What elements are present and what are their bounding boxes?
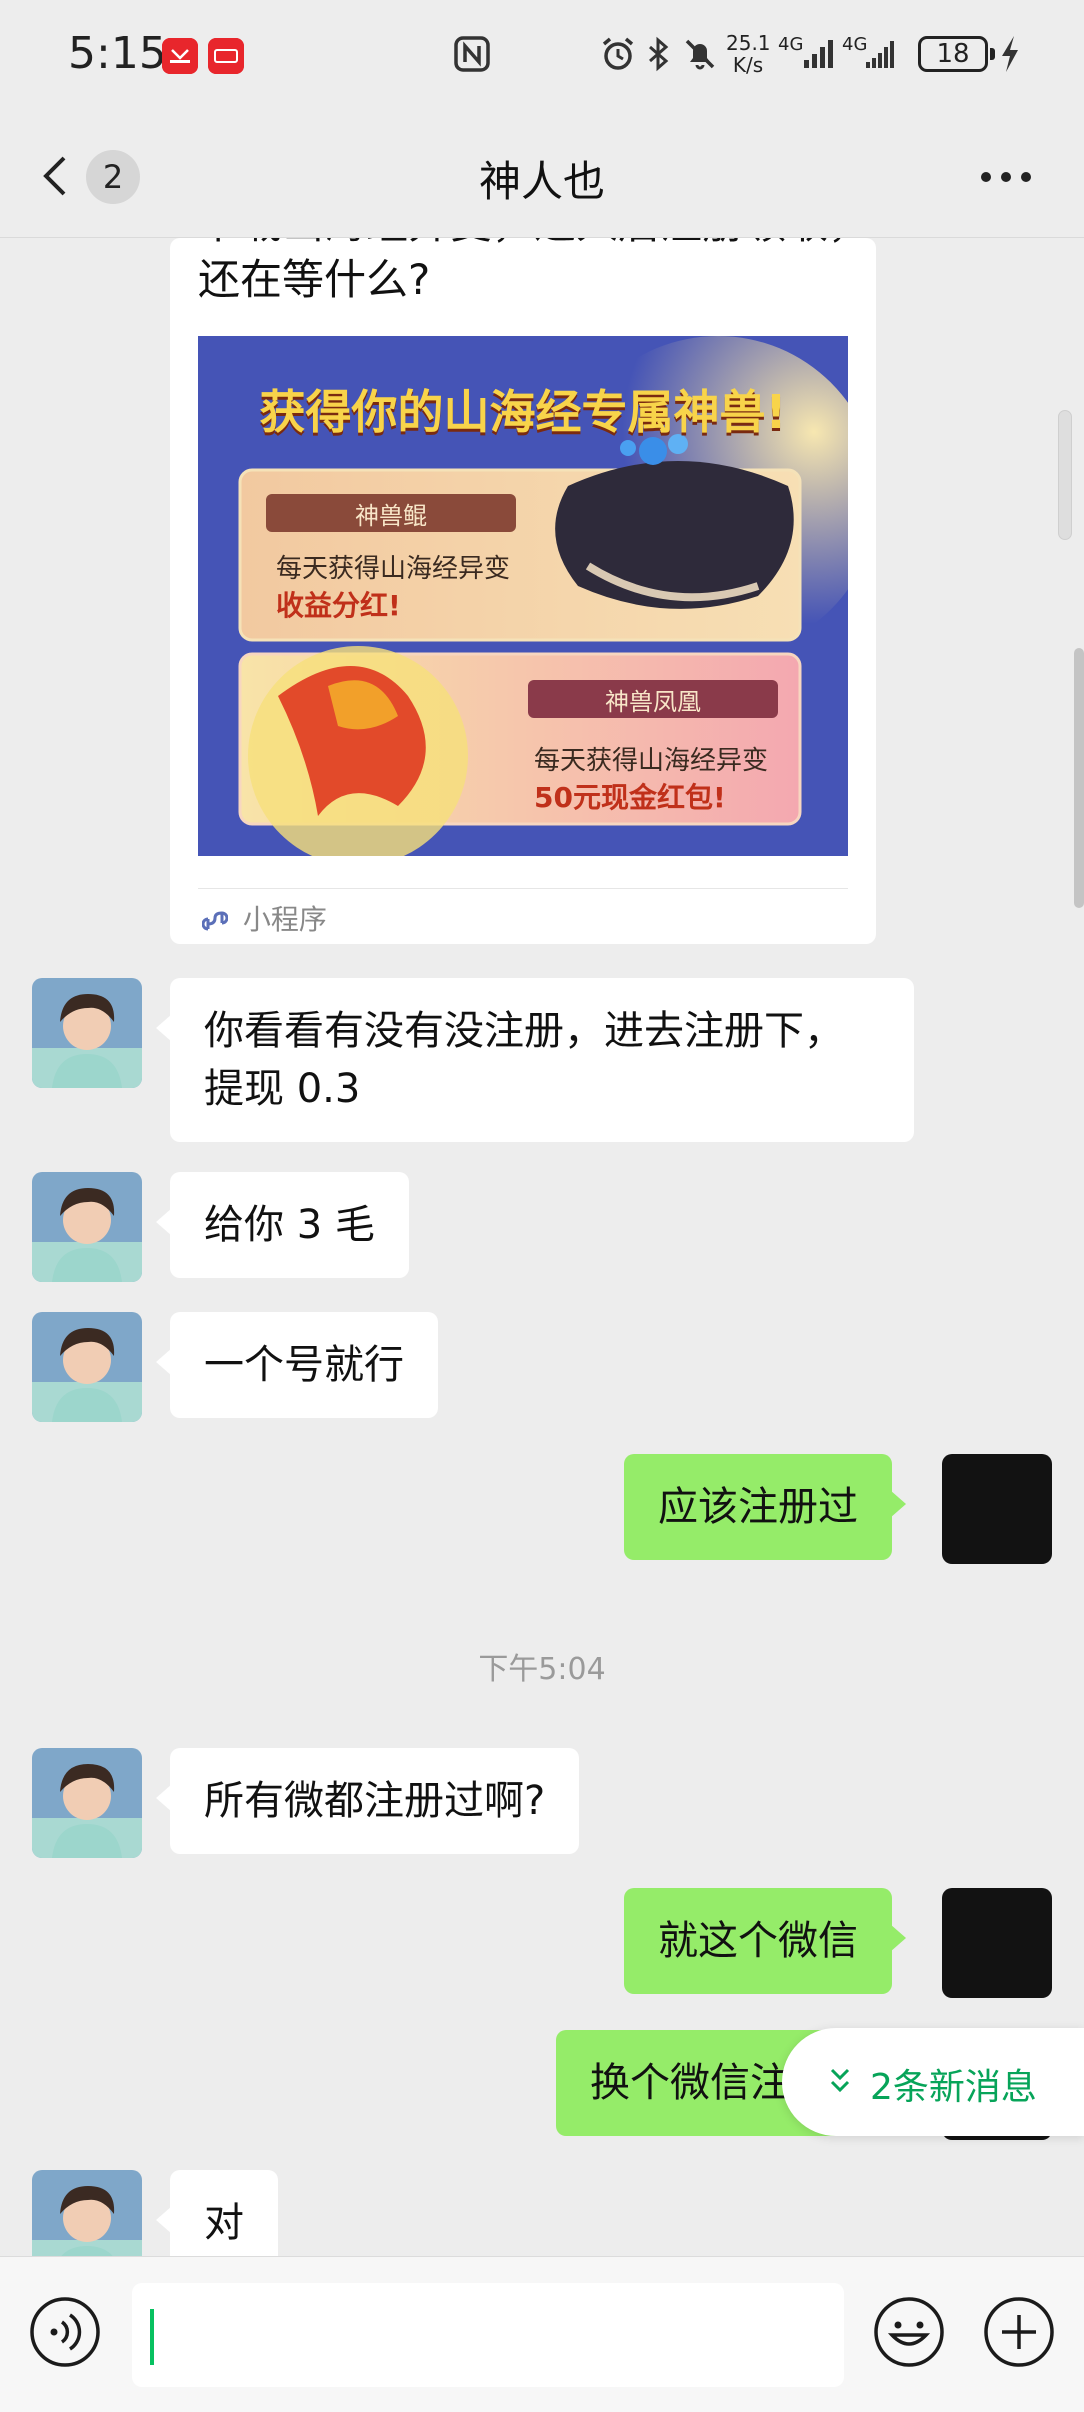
input-bar bbox=[0, 2256, 1084, 2412]
message-text: 对 bbox=[204, 2200, 244, 2246]
remix-app-icon bbox=[208, 38, 244, 74]
message-bubble-incoming[interactable]: 给你 3 毛 bbox=[156, 1172, 409, 1278]
message-text: 一个号就行 bbox=[204, 1342, 404, 1388]
mini-program-footer: 小程序 bbox=[202, 900, 327, 940]
text-caret bbox=[150, 2309, 154, 2365]
scrollbar-thumb[interactable] bbox=[1074, 648, 1084, 908]
message-bubble-incoming[interactable]: 一个号就行 bbox=[156, 1312, 438, 1418]
mini-program-label: 小程序 bbox=[242, 903, 327, 936]
message-bubble-incoming[interactable]: 你看看有没有没注册，进去注册下， 提现 0.3 bbox=[156, 978, 914, 1142]
chat-title: 神人也 bbox=[478, 157, 605, 206]
network-speed: 25.1 K/s bbox=[726, 31, 771, 77]
signal-icon-2 bbox=[866, 41, 894, 68]
message-input[interactable] bbox=[132, 2283, 844, 2387]
my-avatar[interactable] bbox=[942, 1888, 1052, 1998]
status-bar: 5:15 25.1 K/s 4G 4G 18 bbox=[0, 0, 1084, 110]
message-bubble-outgoing[interactable]: 就这个微信 bbox=[624, 1888, 906, 1994]
message-text: 你看看有没有没注册，进去注册下， bbox=[204, 1008, 844, 1054]
huawei-app-icon bbox=[162, 38, 198, 74]
card2-tag: 神兽凤凰 bbox=[605, 688, 701, 716]
network-speed-unit: K/s bbox=[732, 53, 764, 77]
contact-avatar[interactable] bbox=[32, 1748, 142, 1858]
mini-program-image: 获得你的山海经专属神兽! 神兽鲲 每天获得山海经异变 收益分红! 神兽凤凰 每天… bbox=[198, 336, 848, 856]
card2-line2: 50元现金红包! bbox=[534, 781, 726, 814]
mini-program-divider bbox=[198, 888, 848, 889]
mini-program-icon bbox=[202, 911, 228, 931]
message-bubble-incoming[interactable]: 所有微都注册过啊? bbox=[155, 1748, 580, 1854]
nfc-icon bbox=[454, 36, 490, 72]
contact-avatar[interactable] bbox=[32, 1172, 142, 1282]
voice-icon[interactable] bbox=[28, 2295, 102, 2369]
double-chevron-down-icon bbox=[830, 2068, 850, 2093]
bluetooth-icon bbox=[649, 36, 669, 72]
signal-icon bbox=[804, 40, 833, 68]
contact-avatar[interactable] bbox=[32, 978, 142, 1088]
alarm-icon bbox=[602, 37, 634, 70]
message-timestamp: 下午5:04 bbox=[478, 1652, 606, 1687]
scrollbar-track[interactable] bbox=[1058, 410, 1072, 540]
my-avatar[interactable] bbox=[942, 1454, 1052, 1564]
new-messages-label: 2条新消息 bbox=[870, 2067, 1037, 2108]
message-text: 提现 0.3 bbox=[204, 1066, 361, 1112]
contact-avatar[interactable] bbox=[32, 1312, 142, 1422]
charging-icon bbox=[1002, 36, 1018, 72]
battery-icon: 18 bbox=[918, 36, 988, 72]
network-speed-value: 25.1 bbox=[726, 31, 771, 55]
more-horizontal-icon[interactable] bbox=[976, 162, 1036, 192]
mini-program-text: 还在等什么? bbox=[198, 255, 431, 304]
card1-line1: 每天获得山海经异变 bbox=[276, 554, 511, 584]
message-text: 给你 3 毛 bbox=[204, 1202, 375, 1248]
message-text: 所有微都注册过啊? bbox=[204, 1778, 546, 1824]
status-time: 5:15 bbox=[68, 28, 167, 79]
message-text: 应该注册过 bbox=[658, 1484, 858, 1530]
mute-icon bbox=[685, 39, 715, 70]
chat-header: 2 神人也 bbox=[0, 110, 1084, 238]
message-text: 就这个微信 bbox=[658, 1918, 858, 1964]
plus-circle-icon[interactable] bbox=[982, 2295, 1056, 2369]
message-bubble-outgoing[interactable]: 应该注册过 bbox=[624, 1454, 906, 1560]
mini-program-image-title: 获得你的山海经专属神兽! bbox=[259, 385, 787, 439]
battery-tip bbox=[990, 48, 995, 60]
mini-program-card[interactable]: 下载山海经异变，进入后注册领取， 还在等什么? bbox=[170, 238, 876, 944]
new-messages-button[interactable]: 2条新消息 bbox=[782, 2028, 1084, 2136]
emoji-icon[interactable] bbox=[872, 2295, 946, 2369]
card1-tag: 神兽鲲 bbox=[355, 502, 427, 530]
card2-line1: 每天获得山海经异变 bbox=[534, 746, 769, 776]
card1-line2: 收益分红! bbox=[276, 589, 401, 622]
